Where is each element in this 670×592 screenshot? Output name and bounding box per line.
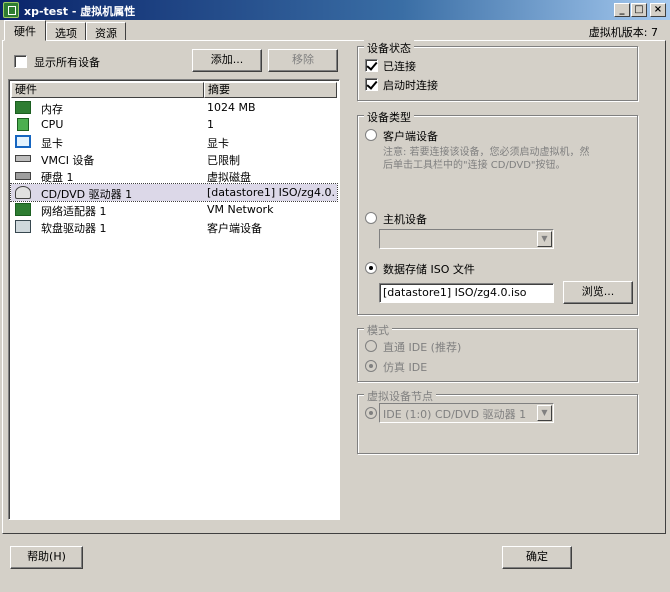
hardware-name: 内存 — [41, 103, 63, 116]
host-device-radio[interactable] — [365, 212, 377, 224]
column-header-hardware[interactable]: 硬件 — [11, 82, 204, 98]
datastore-iso-radio[interactable] — [365, 262, 377, 274]
connect-at-power-on-checkbox[interactable] — [365, 78, 378, 91]
hardware-row-hard-disk[interactable]: 硬盘 1 虚拟磁盘 — [11, 167, 337, 184]
mode-title: 模式 — [364, 322, 392, 338]
show-all-devices-label: 显示所有设备 — [34, 56, 100, 69]
hardware-row-vmci[interactable]: VMCI 设备 已限制 — [11, 150, 337, 167]
hardware-list[interactable]: 硬件 摘要 内存 1024 MB CPU 1 显卡 显卡 VMCI 设备 已限制… — [8, 79, 340, 520]
hardware-name: VMCI 设备 — [41, 154, 95, 167]
hardware-row-cd-dvd[interactable]: CD/DVD 驱动器 1 [datastore1] ISO/zg4.0.... — [10, 183, 338, 202]
host-device-select[interactable]: ▼ — [379, 229, 554, 249]
hardware-name: 网络适配器 1 — [41, 205, 107, 218]
add-button[interactable]: 添加... — [192, 49, 262, 72]
hardware-row-cpu[interactable]: CPU 1 — [11, 116, 337, 133]
floppy-drive-icon — [15, 220, 31, 233]
hardware-summary: 虚拟磁盘 — [207, 171, 251, 184]
close-button[interactable]: × — [650, 3, 666, 17]
connected-label: 已连接 — [383, 60, 416, 73]
hardware-name: CD/DVD 驱动器 1 — [41, 188, 133, 201]
minimize-button[interactable]: _ — [614, 3, 630, 17]
vm-app-icon — [3, 2, 19, 18]
window-title: xp-test - 虚拟机属性 — [24, 5, 136, 18]
hardware-name: 硬盘 1 — [41, 171, 74, 184]
cpu-icon — [17, 118, 29, 131]
hardware-row-network-adapter[interactable]: 网络适配器 1 VM Network — [11, 201, 337, 218]
client-device-radio[interactable] — [365, 129, 377, 141]
network-adapter-icon — [15, 203, 31, 216]
hardware-summary: 显卡 — [207, 137, 229, 150]
ok-button[interactable]: 确定 — [502, 546, 572, 569]
host-device-label: 主机设备 — [383, 213, 427, 226]
maximize-button[interactable]: □ — [631, 3, 647, 17]
tab-options[interactable]: 选项 — [46, 22, 86, 41]
client-device-note-line2: 后单击工具栏中的"连接 CD/DVD"按钮。 — [383, 160, 566, 171]
chevron-down-icon[interactable]: ▼ — [537, 405, 552, 421]
hardware-summary: 客户端设备 — [207, 222, 262, 235]
hardware-summary: 已限制 — [207, 154, 240, 167]
virtual-device-node-title: 虚拟设备节点 — [364, 388, 436, 404]
vm-version-label: 虚拟机版本: 7 — [588, 26, 658, 39]
client-device-label: 客户端设备 — [383, 130, 438, 143]
hardware-row-display[interactable]: 显卡 显卡 — [11, 133, 337, 150]
connect-at-power-on-label: 启动时连接 — [383, 79, 438, 92]
virtual-device-node-select[interactable]: IDE (1:0) CD/DVD 驱动器 1 ▼ — [379, 403, 554, 423]
hardware-name: 显卡 — [41, 137, 63, 150]
hardware-row-floppy[interactable]: 软盘驱动器 1 客户端设备 — [11, 218, 337, 235]
passthrough-ide-radio[interactable] — [365, 340, 377, 352]
chevron-down-icon[interactable]: ▼ — [537, 231, 552, 247]
hardware-name: CPU — [41, 118, 64, 131]
iso-path-field[interactable]: [datastore1] ISO/zg4.0.iso — [379, 283, 554, 303]
remove-button[interactable]: 移除 — [268, 49, 338, 72]
passthrough-ide-label: 直通 IDE (推荐) — [383, 341, 462, 354]
hard-disk-icon — [15, 172, 31, 180]
hardware-summary: VM Network — [207, 203, 274, 216]
tab-resources[interactable]: 资源 — [86, 22, 126, 41]
show-all-devices-checkbox[interactable] — [14, 55, 27, 68]
hardware-summary: 1 — [207, 118, 214, 131]
title-bar[interactable]: xp-test - 虚拟机属性 _ □ × — [0, 0, 670, 20]
column-header-summary[interactable]: 摘要 — [204, 82, 337, 98]
memory-icon — [15, 101, 31, 114]
emulate-ide-radio[interactable] — [365, 360, 377, 372]
cd-dvd-icon — [15, 186, 31, 199]
display-icon — [15, 135, 31, 148]
hardware-summary: [datastore1] ISO/zg4.0.... — [207, 186, 335, 199]
connected-checkbox[interactable] — [365, 59, 378, 72]
virtual-device-node-radio[interactable] — [365, 407, 377, 419]
browse-button[interactable]: 浏览... — [563, 281, 633, 304]
hardware-row-memory[interactable]: 内存 1024 MB — [11, 99, 337, 116]
hardware-summary: 1024 MB — [207, 101, 256, 114]
device-type-title: 设备类型 — [364, 109, 414, 125]
emulate-ide-label: 仿真 IDE — [383, 361, 428, 374]
device-status-title: 设备状态 — [364, 40, 414, 56]
virtual-device-node-value: IDE (1:0) CD/DVD 驱动器 1 — [383, 408, 527, 421]
help-button[interactable]: 帮助(H) — [10, 546, 83, 569]
vmci-icon — [15, 155, 31, 162]
hardware-name: 软盘驱动器 1 — [41, 222, 107, 235]
tab-hardware[interactable]: 硬件 — [4, 20, 46, 41]
datastore-iso-label: 数据存储 ISO 文件 — [383, 263, 475, 276]
